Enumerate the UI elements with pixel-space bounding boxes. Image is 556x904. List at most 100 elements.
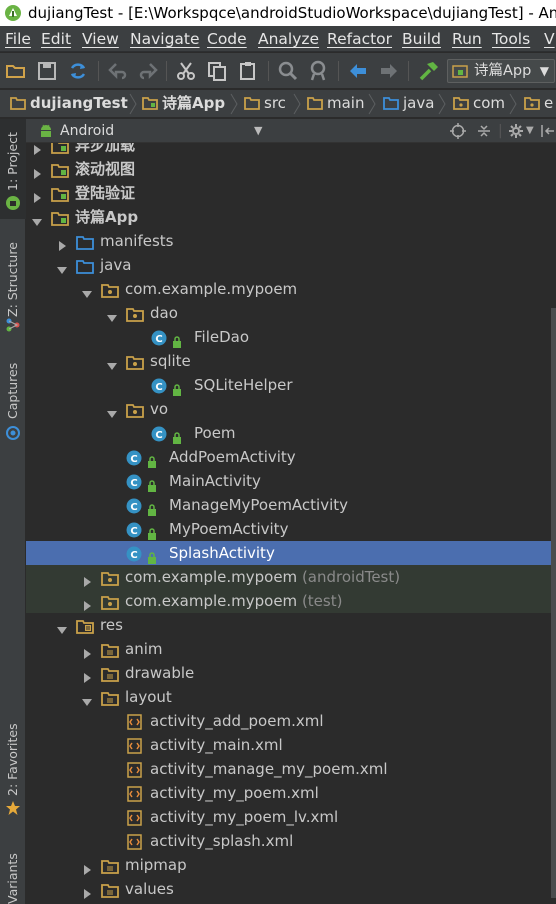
- forward-icon[interactable]: [377, 59, 401, 83]
- svg-text:C: C: [130, 502, 137, 513]
- tree-row[interactable]: C SQLiteHelper: [26, 373, 556, 397]
- collapsed-arrow-icon[interactable]: [81, 667, 93, 683]
- breadcrumb-example[interactable]: e: [522, 90, 553, 117]
- tree-row[interactable]: C Poem: [26, 421, 556, 445]
- menu-navigate[interactable]: Navigate: [130, 26, 200, 51]
- hide-panel-icon[interactable]: [540, 123, 556, 139]
- expanded-arrow-icon[interactable]: [31, 211, 43, 226]
- sync-icon[interactable]: [66, 59, 90, 83]
- tree-row[interactable]: 滚动视图: [26, 157, 556, 181]
- breadcrumb-module[interactable]: 诗篇App: [140, 90, 225, 117]
- menu-run[interactable]: Run: [452, 26, 482, 51]
- tree-row[interactable]: 诗篇App: [26, 205, 556, 229]
- tree-row[interactable]: C AddPoemActivity: [26, 445, 556, 469]
- tree-item-name: SplashActivity: [169, 544, 275, 562]
- menu-file[interactable]: File: [5, 26, 31, 51]
- copy-icon[interactable]: [205, 59, 229, 83]
- collapsed-arrow-icon[interactable]: [31, 143, 43, 155]
- tree-row[interactable]: activity_manage_my_poem.xml: [26, 757, 556, 781]
- tree-row[interactable]: layout: [26, 685, 556, 709]
- menu-tools[interactable]: Tools: [492, 26, 530, 51]
- collapsed-arrow-icon[interactable]: [56, 235, 68, 251]
- tree-row[interactable]: vo: [26, 397, 556, 421]
- open-folder-icon[interactable]: [4, 59, 28, 83]
- breadcrumb-project[interactable]: dujiangTest: [8, 90, 128, 117]
- tab-build-variants[interactable]: Variants: [0, 844, 26, 904]
- find-icon[interactable]: [276, 59, 300, 83]
- project-view-select[interactable]: Android: [60, 119, 114, 143]
- tree-row[interactable]: res: [26, 613, 556, 637]
- lock-icon: [147, 547, 157, 564]
- collapsed-arrow-icon[interactable]: [81, 643, 93, 659]
- menu-analyze[interactable]: Analyze: [258, 26, 319, 51]
- breadcrumb-src[interactable]: src: [242, 90, 286, 117]
- project-tree[interactable]: 异步加载 滚动视图 登陆验证 诗篇App manifests java com.exampl…: [26, 143, 556, 904]
- tree-row[interactable]: C MyPoemActivity: [26, 517, 556, 541]
- expanded-arrow-icon[interactable]: [106, 355, 118, 370]
- collapsed-arrow-icon[interactable]: [81, 883, 93, 899]
- build-hammer-icon[interactable]: [417, 59, 441, 83]
- package-icon: [101, 593, 119, 610]
- tree-row[interactable]: C ManageMyPoemActivity: [26, 493, 556, 517]
- tree-row[interactable]: dao: [26, 301, 556, 325]
- find-replace-icon[interactable]: [306, 59, 330, 83]
- tab-favorites[interactable]: 2: Favorites: [0, 714, 26, 824]
- undo-icon[interactable]: [106, 59, 130, 83]
- back-icon[interactable]: [346, 59, 370, 83]
- cut-icon[interactable]: [174, 59, 198, 83]
- tree-row[interactable]: values: [26, 877, 556, 901]
- menu-build[interactable]: Build: [402, 26, 441, 51]
- breadcrumb-com[interactable]: com: [451, 90, 505, 117]
- expanded-arrow-icon[interactable]: [56, 619, 68, 634]
- tree-row[interactable]: com.example.mypoem (androidTest): [26, 565, 556, 589]
- tree-row[interactable]: manifests: [26, 229, 556, 253]
- menu-view[interactable]: View: [82, 26, 119, 51]
- menu-refactor[interactable]: Refactor: [327, 26, 392, 51]
- tree-row[interactable]: C SplashActivity: [26, 541, 556, 565]
- tab-captures[interactable]: Captures: [0, 351, 26, 447]
- locate-target-icon[interactable]: [450, 123, 466, 139]
- paste-icon[interactable]: [236, 59, 260, 83]
- menu-code[interactable]: Code: [207, 26, 247, 51]
- tree-row[interactable]: activity_my_poem.xml: [26, 781, 556, 805]
- collapse-all-icon[interactable]: [476, 123, 492, 139]
- menu-edit[interactable]: Edit: [41, 26, 71, 51]
- tree-row[interactable]: C MainActivity: [26, 469, 556, 493]
- chevron-down-icon[interactable]: ▼: [254, 119, 262, 143]
- tree-row[interactable]: activity_add_poem.xml: [26, 709, 556, 733]
- tree-row[interactable]: mipmap: [26, 853, 556, 877]
- tree-row[interactable]: anim: [26, 637, 556, 661]
- breadcrumb-java[interactable]: java: [381, 90, 434, 117]
- vertical-scrollbar[interactable]: [551, 308, 556, 898]
- tree-row[interactable]: activity_splash.xml: [26, 829, 556, 853]
- redo-icon[interactable]: [136, 59, 160, 83]
- tree-row[interactable]: C FileDao: [26, 325, 556, 349]
- tree-row[interactable]: com.example.mypoem (test): [26, 589, 556, 613]
- expanded-arrow-icon[interactable]: [106, 403, 118, 418]
- expanded-arrow-icon[interactable]: [56, 259, 68, 274]
- collapsed-arrow-icon[interactable]: [31, 187, 43, 203]
- gear-icon[interactable]: [508, 123, 524, 139]
- tree-row[interactable]: sqlite: [26, 349, 556, 373]
- tab-project[interactable]: 1: Project: [0, 119, 26, 219]
- tree-row[interactable]: activity_my_poem_lv.xml: [26, 805, 556, 829]
- tree-row[interactable]: activity_main.xml: [26, 733, 556, 757]
- run-configuration-select[interactable]: 诗篇App ▼: [447, 59, 555, 83]
- expanded-arrow-icon[interactable]: [81, 283, 93, 298]
- tree-row[interactable]: 异步加载: [26, 143, 556, 157]
- expanded-arrow-icon[interactable]: [81, 691, 93, 706]
- expanded-arrow-icon[interactable]: [106, 307, 118, 322]
- menu-vcs[interactable]: V: [544, 26, 555, 51]
- tree-row[interactable]: drawable: [26, 661, 556, 685]
- collapsed-arrow-icon[interactable]: [31, 163, 43, 179]
- source-folder-icon: [76, 233, 94, 250]
- tab-structure[interactable]: Z: Structure: [0, 229, 26, 339]
- collapsed-arrow-icon[interactable]: [81, 859, 93, 875]
- tree-row[interactable]: 登陆验证: [26, 181, 556, 205]
- collapsed-arrow-icon[interactable]: [81, 595, 93, 611]
- tree-row[interactable]: com.example.mypoem: [26, 277, 556, 301]
- breadcrumb-main[interactable]: main: [305, 90, 364, 117]
- tree-row[interactable]: java: [26, 253, 556, 277]
- collapsed-arrow-icon[interactable]: [81, 571, 93, 587]
- save-icon[interactable]: [35, 59, 59, 83]
